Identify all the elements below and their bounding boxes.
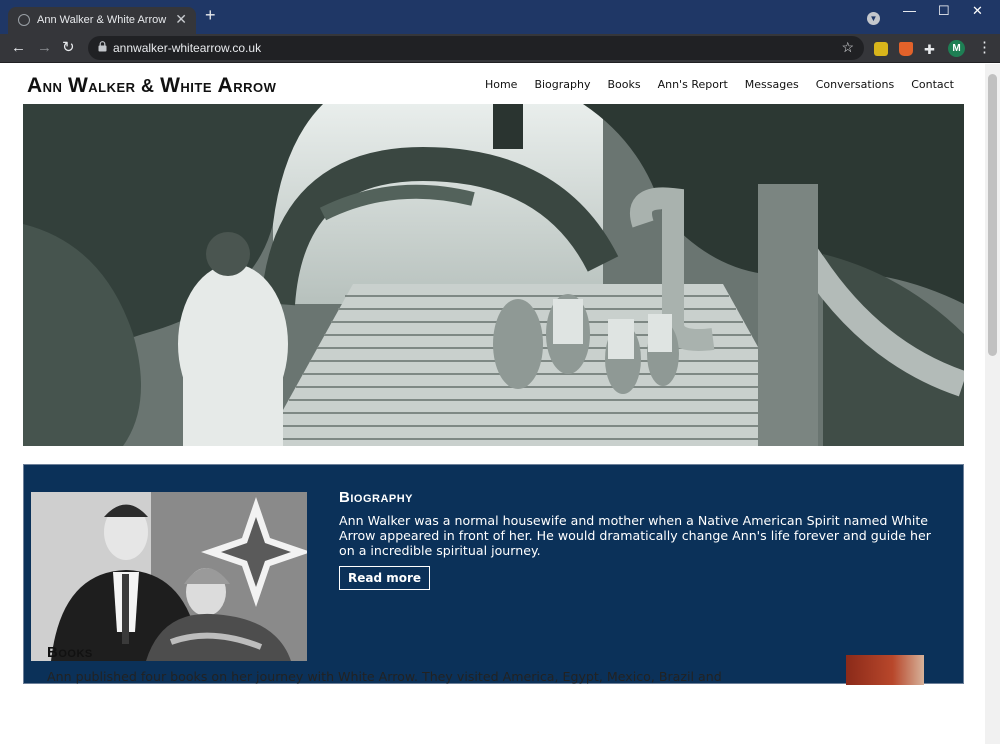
nav-messages[interactable]: Messages <box>745 78 799 91</box>
browser-toolbar: ← → ↻ annwalker-whitearrow.co.uk ☆ ✚ M ⋮ <box>0 34 1000 63</box>
biography-photo <box>31 492 307 661</box>
page-viewport: Ann Walker & White Arrow Home Biography … <box>0 64 985 744</box>
scrollbar-thumb[interactable] <box>988 74 997 356</box>
menu-kebab-icon[interactable]: ⋮ <box>977 39 992 57</box>
nav-anns-report[interactable]: Ann's Report <box>658 78 728 91</box>
extension-icon[interactable] <box>899 42 913 56</box>
extension-icon[interactable] <box>874 42 888 56</box>
close-tab-icon[interactable]: ✕ <box>175 11 187 28</box>
book-cover-image[interactable] <box>846 655 924 685</box>
minimize-button[interactable]: — <box>903 3 916 18</box>
new-tab-button[interactable]: + <box>205 6 216 24</box>
forward-icon[interactable]: → <box>37 39 52 57</box>
back-icon[interactable]: ← <box>11 39 26 57</box>
biography-heading: Biography <box>339 489 414 506</box>
tab-search-icon[interactable]: ▼ <box>867 12 880 25</box>
browser-tab-bar: Ann Walker & White Arrow ✕ + ▼ — ☐ ✕ <box>0 0 1000 34</box>
tab-title: Ann Walker & White Arrow <box>37 14 167 26</box>
books-text: Ann published four books on her journey … <box>47 669 722 684</box>
extensions-puzzle-icon[interactable]: ✚ <box>924 41 935 59</box>
nav-conversations[interactable]: Conversations <box>816 78 894 91</box>
nav-books[interactable]: Books <box>607 78 640 91</box>
bookmark-star-icon[interactable]: ☆ <box>841 39 854 56</box>
books-heading: Books <box>47 644 93 661</box>
nav-contact[interactable]: Contact <box>911 78 954 91</box>
read-more-button[interactable]: Read more <box>339 566 431 590</box>
globe-icon <box>18 14 30 26</box>
address-bar[interactable]: annwalker-whitearrow.co.uk ☆ <box>88 36 864 60</box>
browser-tab[interactable]: Ann Walker & White Arrow ✕ <box>8 7 196 34</box>
nav-biography[interactable]: Biography <box>534 78 590 91</box>
hero-image <box>23 104 964 446</box>
url-text[interactable]: annwalker-whitearrow.co.uk <box>113 41 261 55</box>
page-scrollbar[interactable] <box>985 64 1000 744</box>
profile-avatar[interactable]: M <box>948 40 965 57</box>
lock-icon <box>98 41 107 52</box>
biography-section: Biography Ann Walker was a normal housew… <box>23 464 964 684</box>
reload-icon[interactable]: ↻ <box>62 39 75 57</box>
biography-text: Ann Walker was a normal housewife and mo… <box>339 513 931 558</box>
main-nav: Home Biography Books Ann's Report Messag… <box>485 78 954 91</box>
window-close-button[interactable]: ✕ <box>972 3 983 19</box>
site-title[interactable]: Ann Walker & White Arrow <box>27 74 276 98</box>
nav-home[interactable]: Home <box>485 78 517 91</box>
maximize-button[interactable]: ☐ <box>938 3 950 19</box>
